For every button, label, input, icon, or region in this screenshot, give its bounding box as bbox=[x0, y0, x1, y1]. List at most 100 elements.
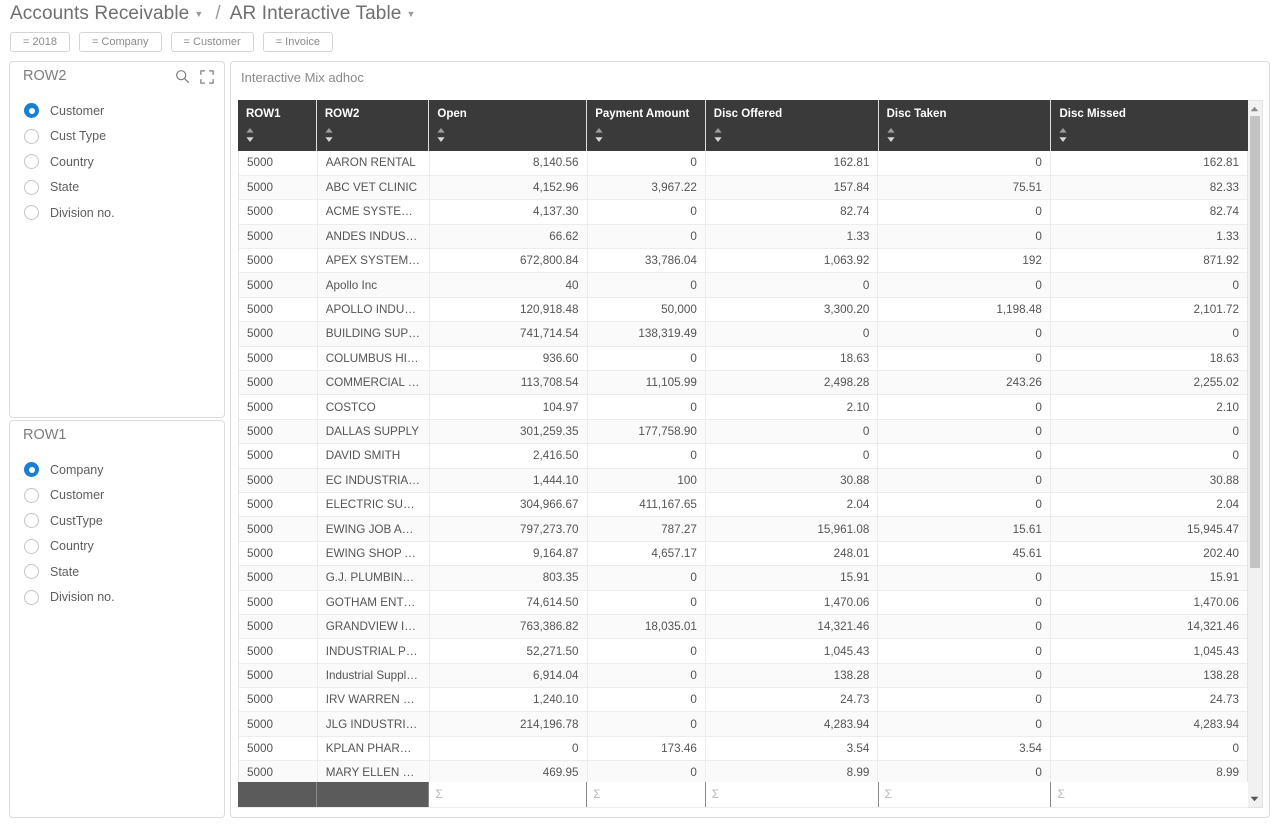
column-header-disc-missed[interactable]: Disc Missed bbox=[1050, 100, 1248, 151]
cell-disc-missed: 1.33 bbox=[1050, 224, 1247, 250]
filter-chip-customer[interactable]: = Customer bbox=[170, 32, 254, 52]
app-root: Accounts Receivable ▼ / AR Interactive T… bbox=[0, 0, 1279, 826]
breadcrumb-item-accounts-receivable[interactable]: Accounts Receivable bbox=[10, 3, 189, 25]
table-row[interactable]: 5000 AARON RENTAL 8,140.56 0 162.81 0 162.81 bbox=[239, 151, 1247, 176]
table-row[interactable]: 5000ACME SYSTEMS LTD4,137.30082.74082.74 bbox=[239, 199, 1247, 225]
row1-option-division-no[interactable]: Division no. bbox=[10, 585, 224, 611]
column-header-label: Disc Offered bbox=[713, 108, 783, 120]
row2-option-state[interactable]: State bbox=[10, 175, 224, 201]
radio-icon[interactable] bbox=[24, 179, 39, 195]
vertical-scrollbar[interactable] bbox=[1248, 100, 1263, 808]
table-row[interactable]: 5000 DALLAS SUPPLY 301,259.35 177,758.90 0 0 0 bbox=[239, 419, 1247, 445]
cell-open: 8,140.56 bbox=[429, 151, 588, 176]
row1-panel-title: ROW1 bbox=[23, 427, 67, 443]
table-row[interactable]: 5000COLUMBUS HIGH S...936.60018.63018.63 bbox=[239, 346, 1247, 372]
cell-disc-offered: 24.73 bbox=[705, 687, 879, 713]
cell-disc-offered: 1,045.43 bbox=[705, 638, 879, 664]
table-row[interactable]: 5000 JLG INDUSTRIES 214,196.78 0 4,283.94 0 4,… bbox=[239, 711, 1247, 737]
scrollbar-thumb[interactable] bbox=[1250, 116, 1260, 568]
row2-option-country[interactable]: Country bbox=[10, 149, 224, 175]
row1-option-country[interactable]: Country bbox=[10, 534, 224, 560]
table-row[interactable]: 5000 ABC VET CLINIC 4,152.96 3,967.22 157.84… bbox=[239, 175, 1247, 201]
table-row[interactable]: 5000 APOLLO INDUSTRI... 120,918.48 50,000 3,… bbox=[239, 297, 1247, 323]
table-row[interactable]: 5000 Industrial Supply C... 6,914.04 0 138.2… bbox=[239, 663, 1247, 689]
totals-value: 5,961,994.03 bbox=[511, 788, 579, 801]
table-row[interactable]: 5000 DAVID SMITH 2,416.50 0 0 0 0 bbox=[239, 443, 1247, 469]
row2-option-customer[interactable]: Customer bbox=[10, 98, 224, 124]
column-header-disc-taken[interactable]: Disc Taken bbox=[878, 100, 1052, 151]
breadcrumb-item-ar-interactive-table[interactable]: AR Interactive Table bbox=[230, 3, 402, 25]
radio-icon[interactable] bbox=[24, 589, 39, 605]
cell-disc-offered: 248.01 bbox=[705, 541, 879, 567]
radio-icon[interactable] bbox=[24, 462, 39, 478]
row2-option-division-no[interactable]: Division no. bbox=[10, 200, 224, 226]
table-row[interactable]: 5000 ANDES INDUSTRIAL 66.62 0 1.33 0 1.33 bbox=[239, 224, 1247, 250]
scroll-down-arrow-icon[interactable] bbox=[1248, 792, 1261, 806]
table-row[interactable]: 5000 EWING SHOP ACC... 9,164.87 4,657.17 248… bbox=[239, 541, 1247, 567]
table-row[interactable]: 5000MARY ELLEN BENN...469.9508.9908.99 bbox=[239, 760, 1247, 782]
radio-icon[interactable] bbox=[24, 564, 39, 580]
table-row[interactable]: 5000 KPLAN PHARMACY 0 173.46 3.54 3.54 0 bbox=[239, 736, 1247, 762]
filter-chip-invoice[interactable]: = Invoice bbox=[262, 32, 334, 52]
table-row[interactable]: 5000GOTHAM ENTERPR...74,614.5001,470.060… bbox=[239, 590, 1247, 615]
column-header-row1[interactable]: ROW1 bbox=[238, 100, 317, 151]
cell-disc-taken: 0 bbox=[877, 760, 1051, 782]
row2-option-label: State bbox=[50, 180, 80, 195]
radio-icon[interactable] bbox=[24, 103, 39, 119]
expand-icon[interactable] bbox=[200, 69, 214, 84]
caret-down-icon[interactable]: ▼ bbox=[406, 9, 415, 19]
cell-row2: APOLLO INDUSTRI... bbox=[317, 297, 431, 323]
table-row[interactable]: 5000G.J. PLUMBING & H...803.35015.91015.… bbox=[239, 565, 1247, 591]
table-row[interactable]: 5000 INDUSTRIAL PLUM... 52,271.50 0 1,045.43… bbox=[239, 638, 1247, 664]
search-icon[interactable] bbox=[175, 69, 190, 84]
cell-open: 6,914.04 bbox=[429, 663, 588, 689]
cell-disc-taken: 0 bbox=[877, 590, 1051, 615]
radio-icon[interactable] bbox=[24, 128, 39, 144]
row1-option-list: Company Customer CustType Country State … bbox=[10, 451, 224, 610]
radio-icon[interactable] bbox=[24, 538, 39, 554]
table-row[interactable]: 5000EWING JOB ACCOU...797,273.70787.2715… bbox=[239, 516, 1247, 542]
table-row[interactable]: 5000 Apollo Inc 40 0 0 0 0 bbox=[239, 272, 1247, 298]
cell-disc-offered: 1,063.92 bbox=[705, 248, 879, 274]
cell-row2: APEX SYSTEMS CO... bbox=[317, 248, 431, 274]
cell-payment-amount: 0 bbox=[587, 663, 706, 689]
radio-icon[interactable] bbox=[24, 205, 39, 221]
table-row[interactable]: 5000 ELECTRIC SUPPLY 304,966.67 411,167.65 2… bbox=[239, 492, 1247, 518]
filter-chip-year[interactable]: = 2018 bbox=[10, 32, 70, 52]
filter-chip-company[interactable]: = Company bbox=[78, 32, 162, 52]
radio-icon[interactable] bbox=[24, 487, 39, 503]
column-header-disc-offered[interactable]: Disc Offered bbox=[705, 100, 879, 151]
column-header-row2[interactable]: ROW2 bbox=[316, 100, 430, 151]
row1-option-state[interactable]: State bbox=[10, 559, 224, 585]
table-row[interactable]: 5000 GRANDVIEW INDU... 763,386.82 18,035.01… bbox=[239, 614, 1247, 640]
table-row[interactable]: 5000EC INDUSTRIAL SU...1,444.1010030.880… bbox=[239, 468, 1247, 493]
cell-row2: IRV WARREN MEM... bbox=[317, 687, 431, 713]
row1-option-company[interactable]: Company bbox=[10, 457, 224, 483]
row2-option-label: Customer bbox=[50, 103, 105, 118]
table-row[interactable]: 5000APEX SYSTEMS CO...672,800.8433,786.0… bbox=[239, 248, 1247, 274]
totals-value: 84,338.42 bbox=[818, 788, 870, 801]
cell-open: 1,240.10 bbox=[429, 687, 588, 713]
row1-option-custtype[interactable]: CustType bbox=[10, 508, 224, 534]
cell-disc-taken: 45.61 bbox=[877, 541, 1051, 567]
scroll-up-arrow-icon[interactable] bbox=[1248, 102, 1261, 116]
radio-icon[interactable] bbox=[24, 513, 39, 529]
row2-option-cust-type[interactable]: Cust Type bbox=[10, 124, 224, 150]
caret-down-icon[interactable]: ▼ bbox=[194, 9, 203, 19]
cell-payment-amount: 18,035.01 bbox=[587, 614, 706, 640]
table-row[interactable]: 5000 IRV WARREN MEM... 1,240.10 0 24.73 0 24.7… bbox=[239, 687, 1247, 713]
column-header-open[interactable]: Open bbox=[428, 100, 588, 151]
cell-open: 66.62 bbox=[429, 224, 588, 250]
table-row[interactable]: 5000 COSTCO 104.97 0 2.10 0 2.10 bbox=[239, 394, 1247, 420]
radio-icon[interactable] bbox=[24, 154, 39, 170]
cell-open: 469.95 bbox=[429, 760, 588, 782]
cell-payment-amount: 33,786.04 bbox=[587, 248, 706, 274]
row1-option-customer[interactable]: Customer bbox=[10, 483, 224, 509]
cell-row1: 5000 bbox=[239, 687, 318, 713]
table-row[interactable]: 5000 BUILDING SUPPLY 741,714.54 138,319.49 0… bbox=[239, 321, 1247, 347]
table-row[interactable]: 5000 COMMERCIAL SUP... 113,708.54 11,105.99… bbox=[239, 370, 1247, 396]
row1-dimension-panel: ROW1 Company Customer CustType Country S… bbox=[9, 420, 225, 818]
column-header-payment-amount[interactable]: Payment Amount bbox=[586, 100, 706, 151]
cell-open: 120,918.48 bbox=[429, 297, 588, 323]
table-body-scroll-area[interactable]: 5000 AARON RENTAL 8,140.56 0 162.81 0 162.81 50… bbox=[238, 151, 1248, 782]
